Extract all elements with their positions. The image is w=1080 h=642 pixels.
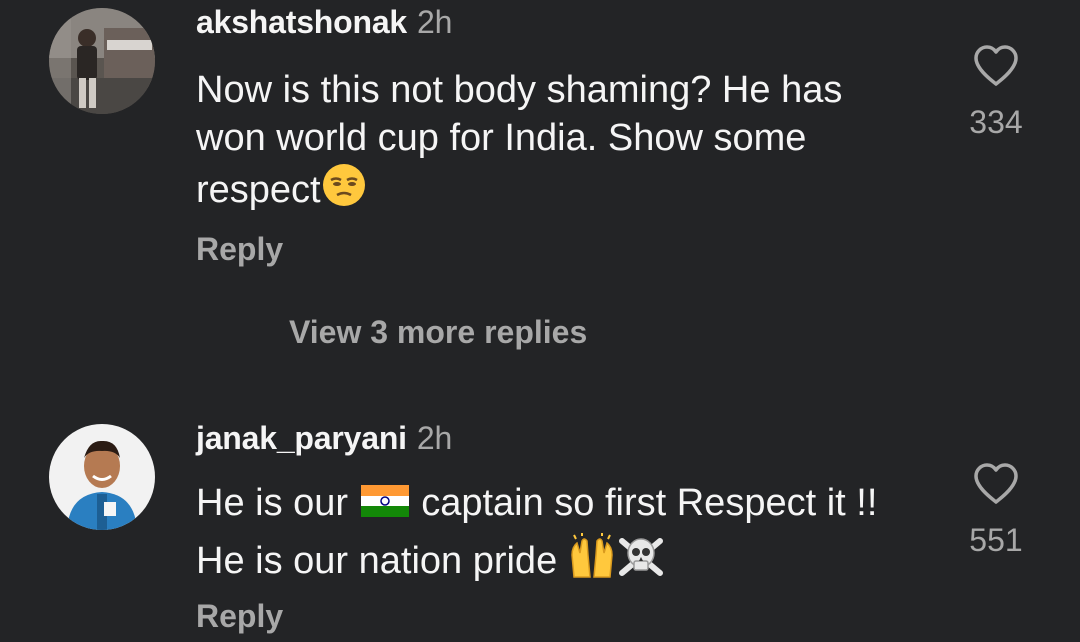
like-section: 334 bbox=[956, 44, 1036, 141]
comment-text: Now is this not body shaming? He has won… bbox=[196, 66, 916, 220]
comment-body: Now is this not body shaming? He has won… bbox=[196, 69, 843, 211]
timestamp: 2h bbox=[416, 420, 453, 456]
avatar[interactable] bbox=[49, 424, 155, 530]
india-flag-icon bbox=[359, 481, 411, 533]
username[interactable]: akshatshonak 2h bbox=[196, 4, 452, 41]
like-count: 334 bbox=[969, 104, 1023, 140]
heart-icon[interactable] bbox=[972, 462, 1020, 506]
comment-body-part-1: He is our bbox=[196, 482, 349, 524]
username-text[interactable]: akshatshonak bbox=[196, 4, 407, 40]
username-text[interactable]: janak_paryani bbox=[196, 420, 407, 456]
skull-and-crossbones-icon bbox=[616, 533, 666, 591]
username[interactable]: janak_paryani 2h bbox=[196, 420, 452, 457]
reply-button[interactable]: Reply bbox=[196, 231, 283, 268]
raised-hands-icon bbox=[568, 533, 616, 591]
comment-text: He is our captain so first Respect it !!… bbox=[196, 479, 936, 591]
heart-icon[interactable] bbox=[972, 44, 1020, 88]
unamused-face-icon bbox=[321, 162, 367, 220]
avatar[interactable] bbox=[49, 8, 155, 114]
like-count: 551 bbox=[969, 522, 1023, 558]
view-more-replies-button[interactable]: View 3 more replies bbox=[289, 314, 587, 351]
timestamp: 2h bbox=[417, 4, 453, 40]
like-section: 551 bbox=[956, 462, 1036, 559]
reply-button[interactable]: Reply bbox=[196, 598, 283, 635]
